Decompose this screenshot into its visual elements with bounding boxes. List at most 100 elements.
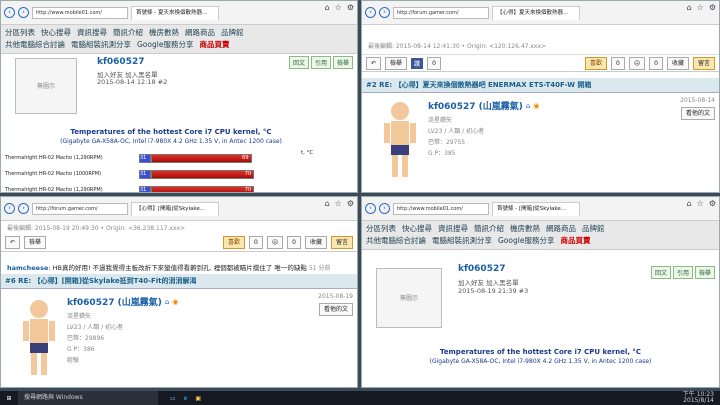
browser-tab[interactable]: 【心得】[開箱]從Skylake... <box>131 201 219 216</box>
browser-window-mobile01-1: ‹ › http://www.mobile01.com/ 首號條 - 夏天來換個… <box>0 0 358 193</box>
dislike-icon[interactable]: ☹ <box>266 236 284 249</box>
address-bar[interactable]: http://forum.gamer.com/ <box>32 202 128 215</box>
task-view-icon[interactable]: ▭ <box>170 395 176 402</box>
menu-item[interactable]: 共他電腦綜合討論 <box>366 236 426 245</box>
settings-icon[interactable]: ⚙ <box>709 199 716 208</box>
back-icon[interactable]: ‹ <box>365 7 376 18</box>
home-icon[interactable]: ⌂ <box>165 298 169 306</box>
edge-icon[interactable]: e <box>184 395 188 402</box>
menu-item[interactable]: Google服務分享 <box>498 236 554 245</box>
home-icon[interactable]: ⌂ <box>526 102 530 110</box>
address-bar[interactable]: http://www.mobile01.com/ <box>32 6 128 19</box>
report-button[interactable]: 檢舉 <box>24 236 47 249</box>
rss-icon[interactable]: ◉ <box>533 102 539 110</box>
fb-like-count: 0 <box>427 56 441 70</box>
like-button[interactable]: 喜歡 <box>585 56 608 70</box>
forward-icon[interactable]: › <box>18 7 29 18</box>
menu-item[interactable]: 快心搜尋 <box>41 28 71 37</box>
browser-tab[interactable]: 首號條 - [開箱]從Skylake... <box>492 201 580 216</box>
browser-tab[interactable]: 【心得】夏天來換個散熱器... <box>492 5 580 20</box>
back-icon[interactable]: ‹ <box>4 7 15 18</box>
menu-item[interactable]: 快心搜尋 <box>402 224 432 233</box>
back-button[interactable]: ↶ <box>5 236 21 249</box>
menu-item-market[interactable]: 商品買賣 <box>560 236 590 245</box>
chart-bar-idle: 31 <box>139 170 152 179</box>
menu-item[interactable]: 機房數熱 <box>510 224 540 233</box>
clock-date[interactable]: 2015/8/14 <box>683 398 714 404</box>
post-date: 2015-08-19 <box>318 293 353 300</box>
address-bar[interactable]: http://www.mobile01.com/ <box>393 202 489 215</box>
like-button[interactable]: 喜歡 <box>223 236 246 249</box>
favorites-icon[interactable]: ☆ <box>697 199 704 208</box>
back-button[interactable]: ↶ <box>366 56 382 70</box>
report-button[interactable]: 檢舉 <box>385 56 408 70</box>
address-bar[interactable]: http://forum.gamer.com/ <box>393 6 489 19</box>
explorer-icon[interactable]: ▣ <box>195 395 201 402</box>
back-icon[interactable]: ‹ <box>365 203 376 214</box>
fb-like-button[interactable]: 讚 <box>411 57 424 69</box>
menu-item[interactable]: 分區列表 <box>366 224 396 233</box>
report-button[interactable]: 檢舉 <box>694 266 715 279</box>
reply-button[interactable]: 回文 <box>288 56 309 69</box>
rss-icon[interactable]: ◉ <box>172 298 178 306</box>
home-icon[interactable]: ⌂ <box>325 199 330 208</box>
menu-item[interactable]: 品牌館 <box>582 224 605 233</box>
user-gp: G P：386 <box>67 346 95 353</box>
view-posts-button[interactable]: 看他的文 <box>318 303 353 316</box>
avatar-figure <box>384 102 416 177</box>
settings-icon[interactable]: ⚙ <box>347 199 354 208</box>
menu-item[interactable]: 機房數熱 <box>149 28 179 37</box>
reply-button[interactable]: 回文 <box>650 266 671 279</box>
menu-item[interactable]: 資訊搜尋 <box>438 224 468 233</box>
back-icon[interactable]: ‹ <box>4 203 15 214</box>
chart-bar-load: 70 <box>151 170 255 179</box>
favorites-icon[interactable]: ☆ <box>697 3 704 12</box>
settings-icon[interactable]: ⚙ <box>709 3 716 12</box>
menu-item[interactable]: 簡訊介紹 <box>474 224 504 233</box>
menu-item-market[interactable]: 商品買賣 <box>199 40 229 49</box>
menu-item[interactable]: 分區列表 <box>5 28 35 37</box>
reply-button[interactable]: 留言 <box>330 236 353 249</box>
menu-item[interactable]: 共他電腦綜合討論 <box>5 40 65 49</box>
home-icon[interactable]: ⌂ <box>325 3 330 12</box>
quote-button[interactable]: 引用 <box>672 266 693 279</box>
menu-item[interactable]: Google服務分享 <box>137 40 193 49</box>
window-controls: ⌂ ☆ ⚙ <box>325 199 354 208</box>
browser-toolbar: ‹ › http://www.mobile01.com/ 首號條 - 夏天來換個… <box>1 1 357 25</box>
report-button[interactable]: 檢舉 <box>332 56 353 69</box>
search-box[interactable]: 搜尋網路與 Windows <box>18 391 158 405</box>
start-icon[interactable]: ⊞ <box>0 395 18 402</box>
forward-icon[interactable]: › <box>18 203 29 214</box>
username[interactable]: kf060527 <box>458 264 505 274</box>
username[interactable]: kf060527 (山嵐霧氣) <box>428 99 523 112</box>
comment-user[interactable]: hamcheese <box>7 264 48 272</box>
quote-button[interactable]: 引用 <box>310 56 331 69</box>
forward-icon[interactable]: › <box>379 203 390 214</box>
menu-item[interactable]: 網路商品 <box>546 224 576 233</box>
view-posts-button[interactable]: 看他的文 <box>680 107 715 120</box>
favorites-icon[interactable]: ☆ <box>335 199 342 208</box>
dislike-icon[interactable]: ☹ <box>628 56 646 70</box>
reply-button[interactable]: 留言 <box>692 56 715 70</box>
menu-item[interactable]: 品牌館 <box>221 28 244 37</box>
collect-button[interactable]: 收藏 <box>304 236 327 249</box>
username[interactable]: kf060527 <box>97 57 144 67</box>
collect-button[interactable]: 收藏 <box>666 56 689 70</box>
favorites-icon[interactable]: ☆ <box>335 3 342 12</box>
username[interactable]: kf060527 (山嵐霧氣) <box>67 295 162 308</box>
menu-item[interactable]: 電腦組裝訊測分享 <box>432 236 492 245</box>
home-icon[interactable]: ⌂ <box>687 199 692 208</box>
menu-item[interactable]: 電腦組裝訊測分享 <box>71 40 131 49</box>
forward-icon[interactable]: › <box>379 7 390 18</box>
add-friend-link[interactable]: 加入好友 <box>458 279 484 287</box>
chart-title: Temperatures of the hottest Core i7 CPU … <box>439 348 642 356</box>
menu-item[interactable]: 網路商品 <box>185 28 215 37</box>
add-blacklist-link[interactable]: 加入黑名單 <box>486 279 519 287</box>
menu-item[interactable]: 簡訊介紹 <box>113 28 143 37</box>
user-rank: 流星鑽矢 <box>67 313 92 320</box>
browser-tab[interactable]: 首號條 - 夏天來換個散熱器... <box>131 5 219 20</box>
menu-item[interactable]: 資訊搜尋 <box>77 28 107 37</box>
user-coins: 巴幣：29755 <box>428 139 466 146</box>
settings-icon[interactable]: ⚙ <box>347 3 354 12</box>
home-icon[interactable]: ⌂ <box>687 3 692 12</box>
